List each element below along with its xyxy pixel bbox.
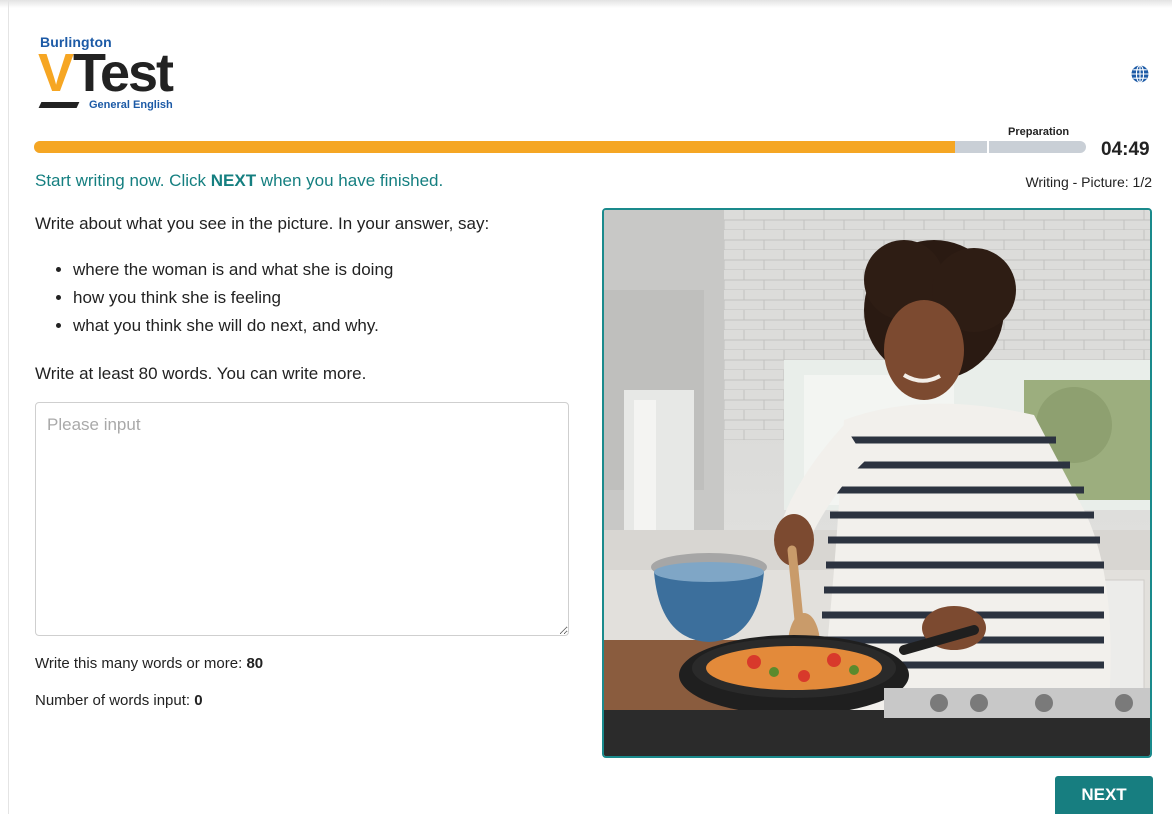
progress-bar [34, 141, 1086, 153]
word-requirement-note: Write at least 80 words. You can write m… [35, 364, 367, 383]
word-count-label: Number of words input: [35, 692, 195, 709]
section-indicator: Writing - Picture: 1/2 [1025, 174, 1152, 190]
bullet-item: how you think she is feeling [73, 286, 393, 314]
logo-test: Test [73, 43, 174, 103]
top-shadow [0, 0, 1172, 8]
instruction-text: Start writing now. Click NEXT when you h… [35, 171, 443, 191]
progress-divider [987, 141, 990, 153]
word-count-value: 0 [194, 692, 203, 709]
min-words-label: Write this many words or more: [35, 655, 247, 672]
min-words-value: 80 [246, 655, 264, 672]
kitchen-scene-illustration [604, 210, 1150, 756]
bullet-item: where the woman is and what she is doing [73, 258, 393, 286]
task-picture [602, 208, 1152, 758]
instruction-after: when you have finished. [256, 171, 444, 190]
preparation-label: Preparation [1008, 126, 1070, 138]
answer-textarea[interactable] [35, 402, 569, 636]
instruction-before: Start writing now. Click [35, 171, 211, 190]
word-count-stat: Number of words input: 0 [35, 692, 203, 709]
globe-icon[interactable] [1130, 64, 1150, 84]
task-prompt: Write about what you see in the picture.… [35, 214, 490, 233]
logo-underline [38, 102, 80, 108]
bullet-item: what you think she will do next, and why… [73, 314, 393, 342]
task-bullets: where the woman is and what she is doing… [35, 258, 393, 342]
vtest-logo: Burlington V Test General English [38, 32, 198, 117]
left-border [8, 0, 9, 814]
countdown-timer: 04:49 [1101, 139, 1150, 160]
min-words-stat: Write this many words or more: 80 [35, 655, 263, 672]
progress-fill [34, 141, 955, 153]
next-button[interactable]: NEXT [1055, 776, 1153, 814]
logo-subtitle: General English [89, 99, 173, 111]
logo-v: V [38, 43, 74, 103]
instruction-next-keyword: NEXT [210, 171, 257, 190]
